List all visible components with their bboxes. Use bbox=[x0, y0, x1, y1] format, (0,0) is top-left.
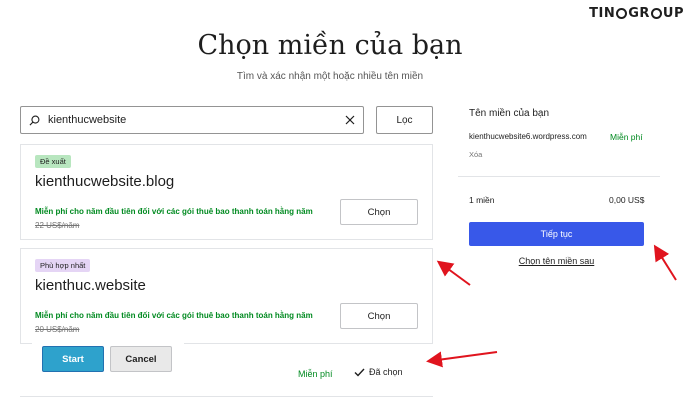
divider bbox=[20, 396, 433, 397]
cart-count: 1 miền bbox=[469, 195, 495, 205]
domain-result-card: Đề xuất kienthucwebsite.blog Miễn phí ch… bbox=[20, 144, 433, 240]
cancel-button[interactable]: Cancel bbox=[110, 346, 172, 372]
annotation-arrow bbox=[653, 244, 677, 281]
domain-name: kienthuc.website bbox=[35, 277, 146, 294]
selected-status-label: Đã chọn bbox=[369, 367, 403, 377]
domain-name: kienthucwebsite.blog bbox=[35, 173, 175, 190]
page-title: Chọn miền của bạn bbox=[197, 30, 463, 61]
search-input[interactable] bbox=[48, 114, 345, 126]
selected-status: Đã chọn bbox=[354, 367, 403, 377]
select-domain-button[interactable]: Chọn bbox=[340, 303, 418, 329]
annotation-arrow bbox=[436, 260, 471, 286]
choose-later-link[interactable]: Chọn tên miền sau bbox=[469, 256, 644, 266]
annotation-arrow bbox=[426, 351, 498, 368]
logo-text-mid: GR bbox=[628, 6, 650, 21]
cart-domain: kienthucwebsite6.wordpress.com bbox=[469, 132, 587, 141]
logo-text-right: UP bbox=[662, 6, 684, 21]
original-price: 22 US$/năm bbox=[35, 221, 80, 230]
domain-search-box[interactable] bbox=[20, 106, 364, 134]
promo-text: Miễn phí cho năm đầu tiên đối với các gó… bbox=[35, 311, 313, 320]
cart-title: Tên miền của bạn bbox=[469, 108, 550, 119]
select-domain-button[interactable]: Chọn bbox=[340, 199, 418, 225]
cart-total: 0,00 US$ bbox=[609, 195, 645, 205]
free-price-label: Miễn phí bbox=[298, 369, 333, 379]
page-subtitle: Tìm và xác nhận một hoặc nhiều tên miền bbox=[236, 71, 424, 82]
logo-ring-icon bbox=[616, 8, 628, 19]
divider bbox=[458, 176, 660, 177]
start-button[interactable]: Start bbox=[42, 346, 104, 372]
recommended-badge: Đề xuất bbox=[35, 155, 71, 168]
clear-icon[interactable] bbox=[345, 115, 355, 125]
original-price: 20 US$/năm bbox=[35, 325, 80, 334]
best-match-badge: Phù hợp nhất bbox=[35, 259, 91, 272]
promo-text: Miễn phí cho năm đầu tiên đối với các gó… bbox=[35, 207, 313, 216]
search-icon bbox=[29, 115, 40, 125]
brand-logo: TIN GR UP bbox=[589, 6, 684, 21]
domain-result-card: Phù hợp nhất kienthuc.website Miễn phí c… bbox=[20, 248, 433, 344]
filter-button[interactable]: Lọc bbox=[376, 106, 433, 134]
continue-button[interactable]: Tiếp tục bbox=[469, 222, 644, 246]
logo-ring-icon bbox=[650, 8, 662, 19]
checkmark-icon bbox=[354, 368, 365, 377]
remove-link[interactable]: Xóa bbox=[469, 150, 482, 159]
logo-text-left: TIN bbox=[589, 6, 616, 21]
cart-domain-price: Miễn phí bbox=[610, 132, 643, 142]
